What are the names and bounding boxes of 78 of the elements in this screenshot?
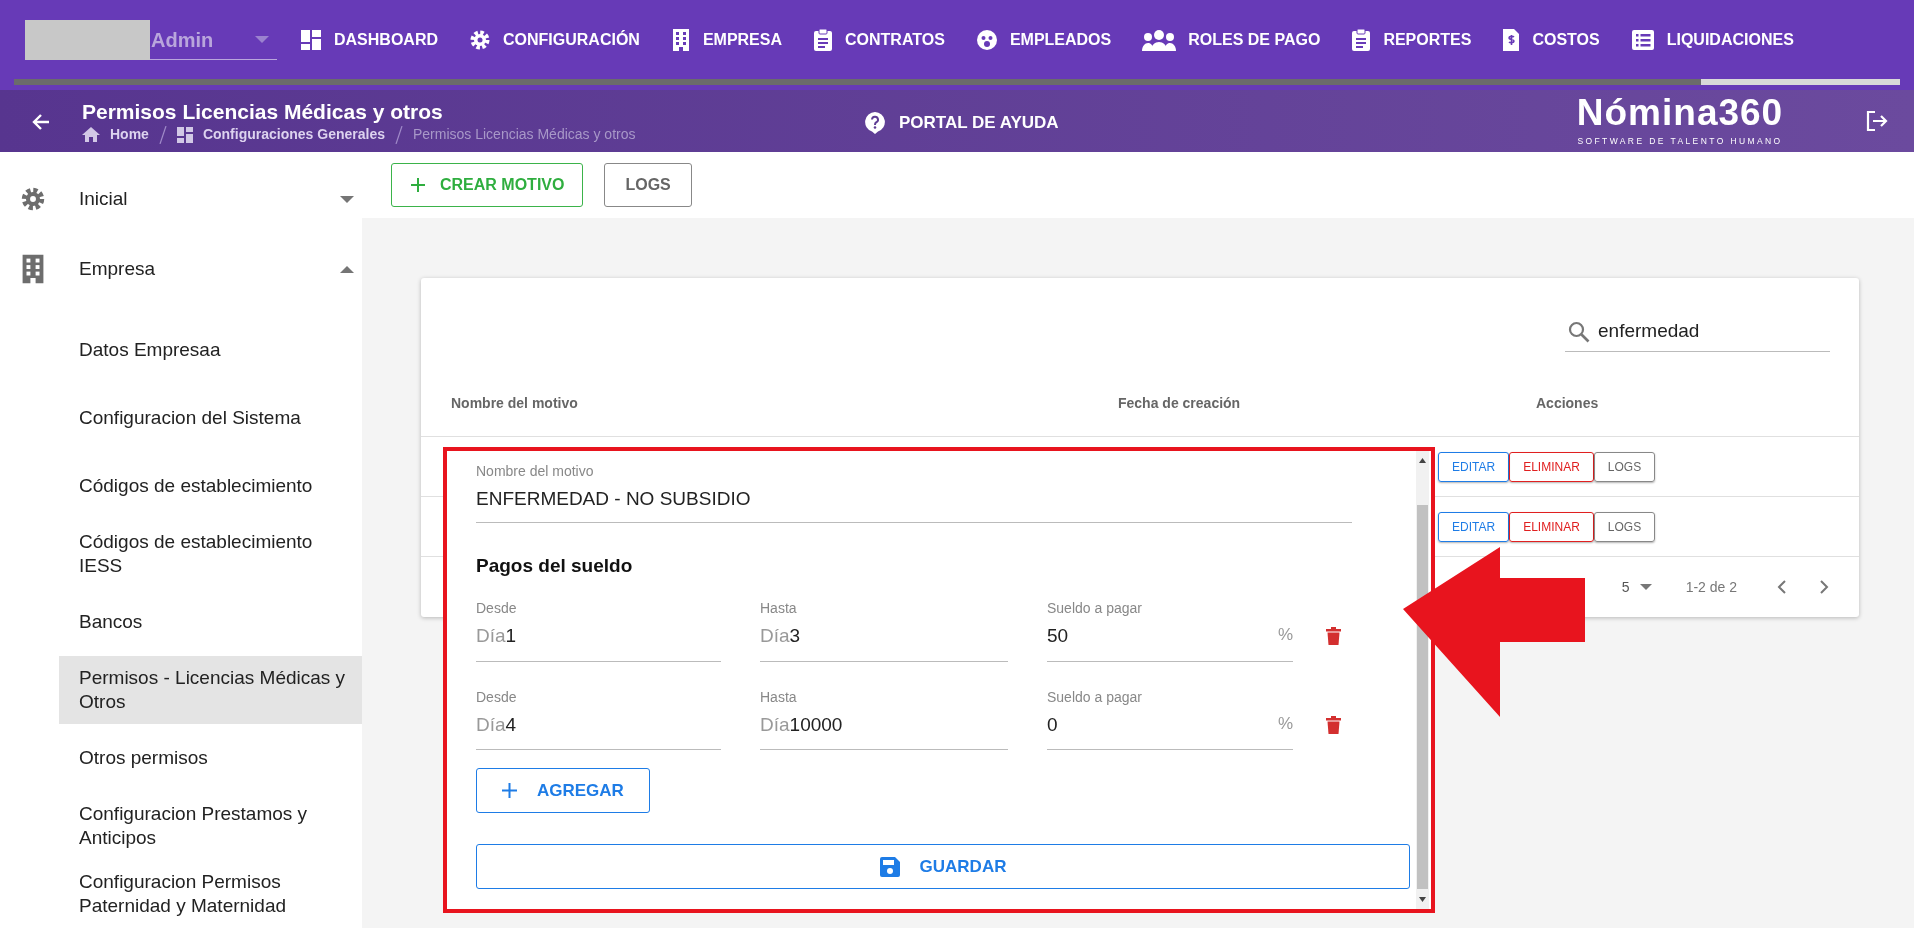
logo-name: Nómina360 bbox=[1576, 91, 1784, 135]
page-range: 1-2 de 2 bbox=[1685, 577, 1737, 597]
save-button[interactable]: GUARDAR bbox=[476, 844, 1410, 889]
clipboard-icon bbox=[813, 28, 833, 52]
breadcrumb-separator-icon bbox=[158, 125, 167, 144]
logs-button[interactable]: LOGS bbox=[604, 163, 692, 207]
caret-icon bbox=[255, 36, 269, 43]
settings-icon bbox=[469, 29, 491, 51]
sidebar-subitem[interactable]: Configuracion del Sistema bbox=[59, 384, 362, 452]
nav-link[interactable]: CONFIGURACIÓN bbox=[469, 22, 640, 58]
sidebar-subitem[interactable]: Códigos de establecimiento bbox=[59, 452, 362, 520]
delete-button[interactable]: ELIMINAR bbox=[1509, 511, 1594, 542]
sidebar-subitem[interactable]: Configuracion Permisos Paternidad y Maternidad bbox=[59, 860, 362, 928]
sidebar-item[interactable]: Inicial bbox=[0, 164, 362, 234]
logo-tagline: SOFTWARE DE TALENTO HUMANO bbox=[1577, 136, 1783, 146]
list-icon bbox=[1630, 29, 1655, 51]
invoice-icon bbox=[1502, 28, 1521, 52]
nav-link[interactable]: ROLES DE PAGO bbox=[1142, 22, 1321, 58]
clipboard-icon bbox=[1351, 28, 1372, 52]
delete-icon[interactable] bbox=[1326, 627, 1341, 645]
settings-icon bbox=[20, 186, 46, 212]
sidebar-subitem[interactable]: Otros permisos bbox=[59, 724, 362, 792]
back-arrow-icon[interactable] bbox=[32, 113, 50, 131]
delete-icon[interactable] bbox=[1326, 715, 1341, 734]
group-icon bbox=[1142, 29, 1177, 51]
help-link[interactable]: PORTAL DE AYUDA bbox=[865, 110, 1059, 136]
name-field[interactable]: Nombre del motivo ENFERMEDAD - NO SUBSIDIO bbox=[476, 461, 1352, 523]
column-header: Fecha de creación bbox=[1118, 395, 1241, 411]
logout-icon[interactable] bbox=[1866, 110, 1888, 132]
building-icon bbox=[20, 253, 46, 285]
column-header: Acciones bbox=[1536, 395, 1599, 411]
save-icon bbox=[879, 856, 900, 877]
page-title: Permisos Licencias Médicas y otros bbox=[82, 99, 443, 125]
search-field[interactable]: enfermedad bbox=[1565, 312, 1830, 352]
next-page-icon[interactable] bbox=[1819, 580, 1829, 594]
nav-link[interactable]: EMPLEADOS bbox=[975, 22, 1112, 58]
nav-link[interactable]: LIQUIDACIONES bbox=[1630, 22, 1794, 58]
caret-icon bbox=[1639, 584, 1652, 590]
sidebar-subitem[interactable]: Bancos bbox=[59, 588, 362, 656]
sidebar-subitem[interactable]: Datos Empresaa bbox=[59, 316, 362, 384]
user-name: Admin bbox=[151, 27, 214, 53]
salary-percent-field[interactable]: Sueldo a pagar 50 % bbox=[1047, 598, 1293, 662]
delete-button[interactable]: ELIMINAR bbox=[1509, 451, 1594, 482]
plus-icon bbox=[410, 177, 426, 193]
nav-link[interactable]: REPORTES bbox=[1351, 22, 1472, 58]
face-icon bbox=[975, 29, 998, 51]
breadcrumb-separator-icon bbox=[394, 125, 403, 144]
edit-button[interactable]: EDITAR bbox=[1438, 451, 1510, 482]
home-icon bbox=[82, 127, 100, 142]
breadcrumb-link[interactable]: Configuraciones Generales bbox=[202, 124, 385, 145]
to-day-field[interactable]: Hasta Día3 bbox=[760, 598, 1008, 662]
logs-button[interactable]: LOGS bbox=[1593, 511, 1656, 542]
nav-link[interactable]: DASHBOARD bbox=[300, 22, 438, 58]
building-icon bbox=[670, 28, 691, 52]
section-title: Pagos del sueldo bbox=[476, 553, 633, 578]
add-button[interactable]: AGREGAR bbox=[476, 768, 650, 813]
rows-per-page-select[interactable]: 5 bbox=[1621, 576, 1652, 598]
previous-page-icon[interactable] bbox=[1777, 580, 1787, 594]
dashboard-icon bbox=[176, 126, 193, 143]
sidebar-subitem[interactable]: Configuracion Prestamos y Anticipos bbox=[59, 792, 362, 860]
sidebar-subitem[interactable]: Códigos de establecimiento IESS bbox=[59, 520, 362, 588]
nav-link[interactable]: COSTOS bbox=[1502, 22, 1600, 58]
from-day-field[interactable]: Desde Día4 bbox=[476, 686, 721, 750]
plus-icon bbox=[502, 783, 517, 798]
nav-link[interactable]: EMPRESA bbox=[670, 22, 782, 58]
column-header: Nombre del motivo bbox=[451, 395, 578, 411]
from-day-field[interactable]: Desde Día1 bbox=[476, 598, 721, 662]
salary-percent-field[interactable]: Sueldo a pagar 0 % bbox=[1047, 686, 1293, 750]
edit-button[interactable]: EDITAR bbox=[1438, 511, 1510, 542]
logs-button[interactable]: LOGS bbox=[1593, 451, 1656, 482]
sidebar-item[interactable]: Empresa bbox=[0, 234, 362, 304]
help-icon bbox=[865, 111, 885, 134]
search-icon bbox=[1568, 320, 1590, 343]
to-day-field[interactable]: Hasta Día10000 bbox=[760, 686, 1008, 750]
dashboard-icon bbox=[300, 29, 322, 51]
breadcrumb-link[interactable]: Home bbox=[110, 124, 149, 145]
nav-link[interactable]: CONTRATOS bbox=[813, 22, 945, 58]
sidebar-subitem[interactable]: Permisos - Licencias Médicas y Otros bbox=[59, 656, 362, 724]
